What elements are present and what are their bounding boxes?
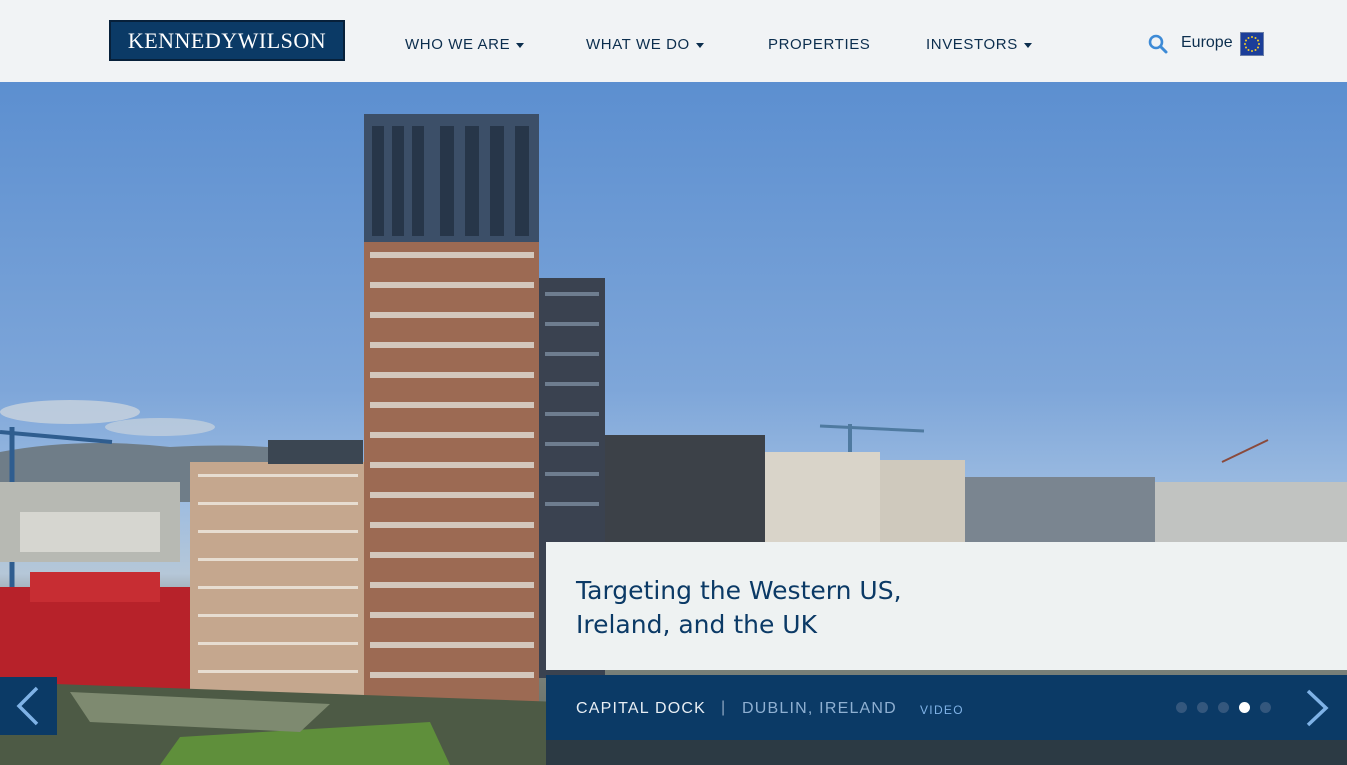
nav-investors[interactable]: INVESTORS [926,36,1032,56]
nav-investors-label: INVESTORS [926,36,1018,53]
nav-properties-label: PROPERTIES [768,36,871,53]
slide-dot-2[interactable] [1197,702,1208,713]
site-header: KENNEDYWILSON WHO WE ARE WHAT WE DO PROP… [0,0,1347,82]
hero-info-bar: CAPITAL DOCK | DUBLIN, IRELAND VIDEO [546,675,1347,740]
logo-text: KENNEDYWILSON [127,27,327,53]
nav-what-we-do[interactable]: WHAT WE DO [586,36,704,56]
property-location: DUBLIN, IRELAND [742,700,897,717]
hero-headline: Targeting the Western US, Ireland, and t… [576,576,902,639]
caret-down-icon [695,42,704,48]
chevron-right-icon[interactable] [1298,675,1347,740]
kennedy-wilson-logo[interactable]: KENNEDYWILSON [109,20,345,61]
search-icon[interactable] [1147,33,1169,55]
property-name[interactable]: CAPITAL DOCK [576,700,706,718]
caret-down-icon [1023,42,1032,48]
eu-flag-icon[interactable] [1240,32,1264,56]
nav-who-we-are[interactable]: WHO WE ARE [405,36,525,56]
nav-who-we-are-label: WHO WE ARE [405,36,511,53]
nav-what-we-do-label: WHAT WE DO [586,36,690,53]
slide-dot-5[interactable] [1260,702,1271,713]
slide-dot-3[interactable] [1218,702,1229,713]
hero-caption-panel: Targeting the Western US, Ireland, and t… [546,542,1347,670]
video-link[interactable]: VIDEO [920,703,964,717]
info-separator: | [721,699,726,716]
slide-dot-1[interactable] [1176,702,1187,713]
slide-dot-4[interactable] [1239,702,1250,713]
hero-carousel: Targeting the Western US, Ireland, and t… [0,82,1347,765]
slide-indicators [1176,702,1271,713]
nav-properties[interactable]: PROPERTIES [768,36,870,56]
region-selector[interactable]: Europe [1181,34,1233,52]
chevron-left-icon[interactable] [0,677,57,735]
caret-down-icon [516,42,525,48]
